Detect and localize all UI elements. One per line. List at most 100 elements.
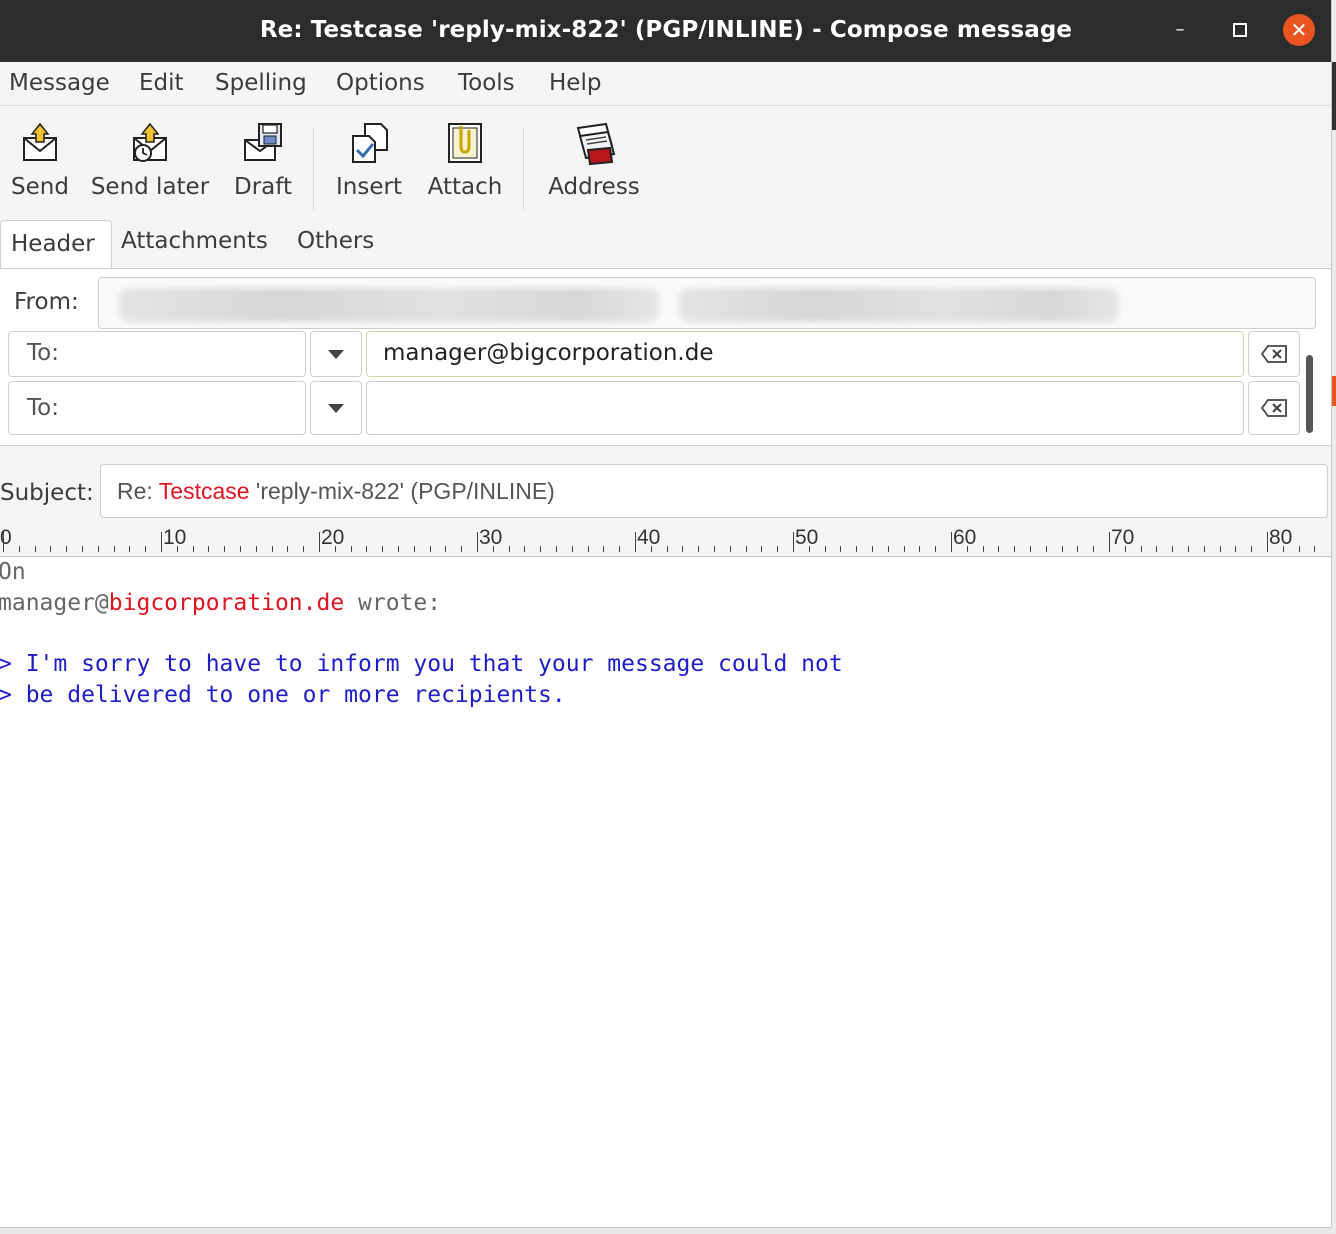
- compose-window: Re: Testcase 'reply-mix-822' (PGP/INLINE…: [0, 0, 1332, 1228]
- ruler-tick: [18, 546, 20, 552]
- quoted-line: > I'm sorry to have to inform you that y…: [0, 651, 843, 677]
- ruler-label: 80: [1269, 526, 1293, 549]
- ruler-tick: [1014, 546, 1016, 552]
- ruler-label: 30: [479, 526, 503, 549]
- ruler-label: 70: [1111, 526, 1135, 549]
- subject-prefix: Re:: [117, 478, 159, 504]
- ruler-tick: [1109, 532, 1110, 552]
- ruler-tick: [903, 546, 905, 552]
- menu-spelling[interactable]: Spelling: [215, 70, 307, 96]
- ruler-tick: [840, 546, 842, 552]
- ruler-tick: [413, 546, 415, 552]
- ruler-tick: [982, 546, 984, 552]
- ruler-tick: [745, 546, 747, 552]
- send-icon: [23, 122, 57, 161]
- recipient-address-input[interactable]: [366, 381, 1244, 435]
- ruler-tick: [1093, 546, 1095, 552]
- recipient-address-input[interactable]: manager@bigcorporation.de: [366, 331, 1244, 377]
- subject-row: Subject: Re: Testcase 'reply-mix-822' (P…: [0, 446, 1331, 526]
- ruler-tick: [951, 532, 952, 552]
- ruler-tick: [556, 546, 557, 552]
- ruler-tick: [571, 546, 573, 552]
- ruler-label: 40: [637, 526, 661, 549]
- send-button[interactable]: Send: [10, 120, 70, 200]
- menu-message[interactable]: Message: [9, 70, 110, 96]
- ruler-tick: [255, 546, 257, 552]
- recipient-type-select[interactable]: To:: [8, 381, 306, 435]
- tab-header[interactable]: Header: [0, 220, 112, 270]
- redacted-from-address: [119, 288, 659, 322]
- menu-tools[interactable]: Tools: [458, 70, 515, 96]
- send-label: Send: [11, 174, 69, 200]
- background-desktop: [0, 1228, 1336, 1234]
- ruler-tick: [872, 546, 873, 552]
- ruler-tick: [1124, 546, 1126, 552]
- background-window-edge: [1332, 376, 1336, 406]
- ruler-tick: [382, 546, 384, 552]
- insert-button[interactable]: Insert: [333, 120, 405, 200]
- ruler-tick: [334, 546, 336, 552]
- subject-rest: 'reply-mix-822' (PGP/INLINE): [249, 478, 555, 504]
- close-button[interactable]: ✕: [1283, 14, 1315, 46]
- message-body-editor[interactable]: On manager@bigcorporation.de wrote: > I'…: [0, 557, 1331, 1227]
- ruler-tick: [587, 546, 589, 552]
- ruler-tick: [1235, 546, 1237, 552]
- from-selector[interactable]: [98, 277, 1316, 329]
- ruler-tick: [682, 546, 684, 552]
- send-later-icon: [133, 122, 167, 162]
- recipients-scrollbar[interactable]: [1306, 355, 1313, 433]
- title-bar[interactable]: Re: Testcase 'reply-mix-822' (PGP/INLINE…: [0, 0, 1331, 62]
- subject-input[interactable]: Re: Testcase 'reply-mix-822' (PGP/INLINE…: [100, 464, 1328, 518]
- maximize-button[interactable]: [1223, 13, 1257, 47]
- ruler-tick: [350, 546, 352, 552]
- ruler-tick: [66, 546, 68, 552]
- draft-button[interactable]: Draft: [230, 120, 296, 200]
- send-later-label: Send later: [90, 174, 210, 200]
- ruler-tick: [1156, 546, 1158, 552]
- remove-recipient-button[interactable]: [1248, 331, 1300, 377]
- ruler-label: 10: [163, 526, 187, 549]
- ruler-tick: [287, 546, 289, 552]
- menu-bar: Message Edit Spelling Options Tools Help: [0, 62, 1331, 106]
- ruler-tick: [477, 532, 478, 552]
- attribution-line: On: [0, 559, 26, 585]
- ruler-tick: [1188, 546, 1189, 552]
- ruler-label: 50: [795, 526, 819, 549]
- recipient-type-select[interactable]: To:: [8, 331, 306, 377]
- ruler-tick: [603, 546, 605, 552]
- ruler-tick: [1251, 546, 1253, 552]
- ruler-tick: [540, 546, 542, 552]
- menu-edit[interactable]: Edit: [139, 70, 184, 96]
- recipient-type-dropdown[interactable]: [310, 331, 362, 377]
- menu-help[interactable]: Help: [549, 70, 601, 96]
- attribution-suffix: wrote:: [344, 590, 442, 616]
- send-later-button[interactable]: Send later: [90, 120, 210, 200]
- tab-others[interactable]: Others: [297, 228, 374, 254]
- minimize-button[interactable]: –: [1163, 13, 1197, 47]
- menu-options[interactable]: Options: [336, 70, 425, 96]
- tab-attachments[interactable]: Attachments: [121, 228, 268, 254]
- remove-recipient-button[interactable]: [1248, 381, 1300, 435]
- compose-tabs: Header Attachments Others: [0, 218, 1331, 270]
- ruler-label: 20: [321, 526, 345, 549]
- attach-button[interactable]: Attach: [424, 120, 506, 200]
- redacted-from-address: [679, 288, 1119, 322]
- ruler-tick: [1298, 546, 1300, 552]
- ruler-tick: [398, 546, 399, 552]
- ruler-tick: [887, 546, 889, 552]
- toolbar-separator: [523, 128, 524, 210]
- ruler-tick: [224, 546, 226, 552]
- attach-label: Attach: [427, 174, 503, 200]
- ruler-tick: [161, 532, 162, 552]
- ruler-tick: [777, 546, 779, 552]
- ruler-tick: [1140, 546, 1142, 552]
- ruler-tick: [1203, 546, 1205, 552]
- ruler-tick: [824, 546, 826, 552]
- chevron-down-icon: [328, 350, 344, 359]
- address-button[interactable]: Address: [543, 120, 645, 200]
- chevron-down-icon: [328, 404, 344, 413]
- background-window-edge: [1332, 0, 1336, 1234]
- recipient-type-dropdown[interactable]: [310, 381, 362, 435]
- ruler-tick: [793, 532, 794, 552]
- ruler-tick: [1045, 546, 1047, 552]
